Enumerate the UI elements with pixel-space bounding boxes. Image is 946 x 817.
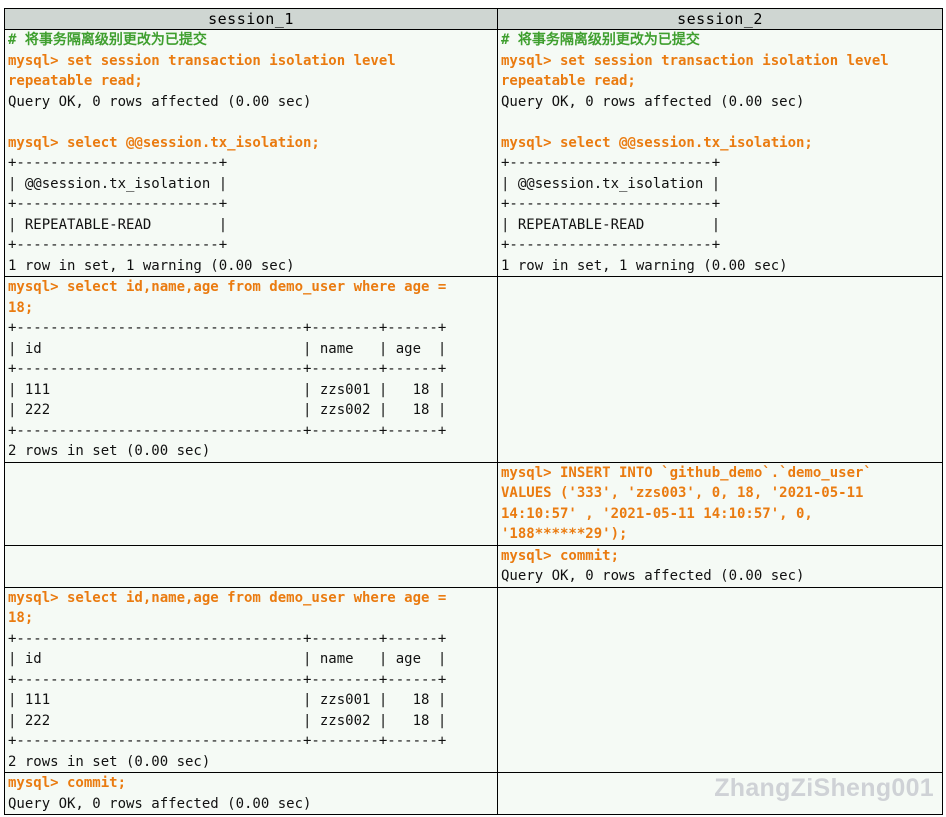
session-1-cell: mysql> select id,name,age from demo_user… [4,276,498,463]
command-line: repeatable read; [501,73,636,89]
session-1-cell: mysql> select id,name,age from demo_user… [4,586,498,773]
session-2-cell [497,586,943,773]
command-line: '188******29'); [501,526,628,542]
session-1-cell [4,544,498,588]
comment-line: # 将事务隔离级别更改为已提交 [8,32,207,48]
table-row: mysql> commit; Query OK, 0 rows affected … [4,544,943,588]
output-line: | REPEATABLE-READ | [501,216,721,233]
output-line: +----------------------------------+----… [8,361,447,377]
command-line: mysql> select @@session.tx_isolation; [501,134,813,151]
output-line: | 111 | zzs001 | 18 | [8,381,447,398]
command-line: mysql> commit; [8,775,127,791]
command-line: repeatable read; [8,73,143,89]
output-line: | @@session.tx_isolation | [8,175,228,192]
output-line: +------------------------+ [501,155,721,171]
output-line: +----------------------------------+----… [8,671,447,688]
table-row: mysql> INSERT INTO `github_demo`.`demo_u… [4,461,943,546]
header-session-1: session_1 [4,8,498,30]
output-line: +------------------------+ [8,196,228,212]
session-2-cell: # 将事务隔离级别更改为已提交 mysql> set session transa… [497,29,943,277]
command-line: mysql> set session transaction isolation… [501,52,889,69]
table-row: mysql> select id,name,age from demo_user… [4,586,943,773]
watermark: ZhangZiSheng001 [714,774,934,802]
output-line: Query OK, 0 rows affected (0.00 sec) [8,795,312,812]
command-line: VALUES ('333', 'zzs003', 0, 18, '2021-05… [501,485,864,501]
output-line: 1 row in set, 1 warning (0.00 sec) [8,257,295,274]
header-row: session_1 session_2 [4,8,943,30]
command-line: mysql> select id,name,age from demo_user… [8,279,447,295]
command-line: 18; [8,299,34,316]
output-line: Query OK, 0 rows affected (0.00 sec) [8,93,312,110]
output-line: | id | name | age | [8,340,447,357]
output-line: | REPEATABLE-READ | [8,216,228,233]
session-comparison-table: session_1 session_2 # 将事务隔离级别更改为已提交 mysql… [4,8,943,815]
session-2-cell [497,276,943,463]
command-line: 14:10:57' , '2021-05-11 14:10:57', 0, [501,505,813,522]
output-line: +----------------------------------+----… [8,733,447,749]
comment-line: # 将事务隔离级别更改为已提交 [501,32,700,48]
output-line: +----------------------------------+----… [8,422,447,439]
session-1-cell [4,461,498,546]
table-body: # 将事务隔离级别更改为已提交 mysql> set session transa… [4,29,943,815]
command-line: mysql> set session transaction isolation… [8,52,396,69]
output-line: +----------------------------------+----… [8,630,447,647]
output-line: 2 rows in set (0.00 sec) [8,753,211,770]
session-2-cell: mysql> INSERT INTO `github_demo`.`demo_u… [497,461,943,546]
session-2-cell: mysql> commit; Query OK, 0 rows affected … [497,544,943,588]
output-line: | @@session.tx_isolation | [501,175,721,192]
output-line: | 111 | zzs001 | 18 | [8,692,447,708]
command-line: mysql> commit; [501,547,620,564]
output-line: Query OK, 0 rows affected (0.00 sec) [501,568,805,584]
table-row: # 将事务隔离级别更改为已提交 mysql> set session transa… [4,29,943,277]
output-line: +----------------------------------+----… [8,320,447,336]
output-line: | id | name | age | [8,651,447,667]
command-line: mysql> select id,name,age from demo_user… [8,589,447,606]
output-line: Query OK, 0 rows affected (0.00 sec) [501,93,805,110]
output-line: +------------------------+ [8,237,228,253]
output-line: +------------------------+ [501,196,721,212]
session-1-cell: mysql> commit; Query OK, 0 rows affected … [4,772,498,815]
command-line: mysql> select @@session.tx_isolation; [8,134,320,151]
output-line: | 222 | zzs002 | 18 | [8,712,447,729]
header-session-2: session_2 [497,8,943,30]
session-1-cell: # 将事务隔离级别更改为已提交 mysql> set session transa… [4,29,498,277]
command-line: mysql> INSERT INTO `github_demo`.`demo_u… [501,464,872,481]
output-line: +------------------------+ [8,155,228,171]
output-line: | 222 | zzs002 | 18 | [8,402,447,418]
output-line: +------------------------+ [501,237,721,253]
output-line: 2 rows in set (0.00 sec) [8,443,211,459]
table-row: mysql> select id,name,age from demo_user… [4,276,943,463]
command-line: 18; [8,610,34,626]
output-line: 1 row in set, 1 warning (0.00 sec) [501,257,788,274]
